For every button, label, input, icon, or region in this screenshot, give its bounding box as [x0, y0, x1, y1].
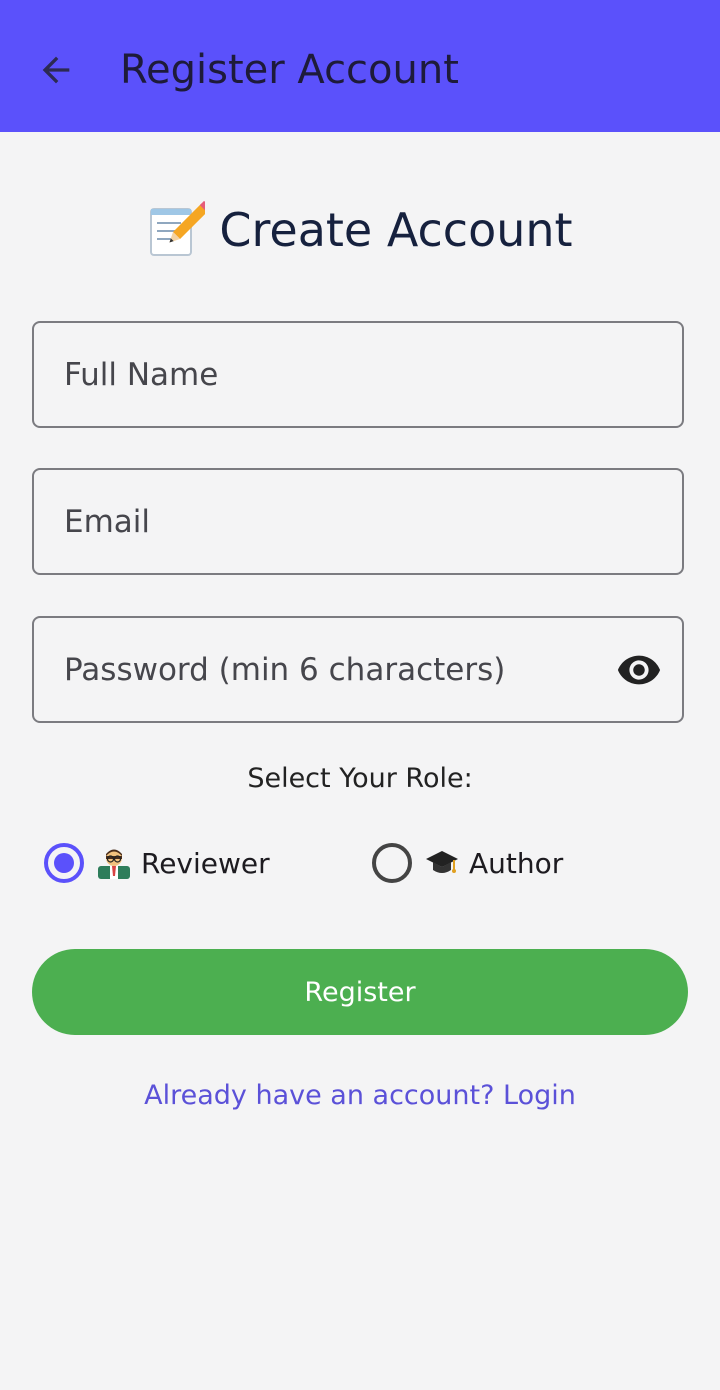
author-label: Author — [469, 846, 564, 880]
author-radio[interactable] — [372, 843, 412, 883]
page-title: Register Account — [120, 47, 459, 93]
register-button[interactable]: Register — [32, 949, 688, 1035]
email-field[interactable] — [32, 468, 684, 575]
reviewer-label: Reviewer — [141, 846, 270, 880]
login-link[interactable]: Already have an account? Login — [0, 1076, 720, 1116]
graduation-cap-icon — [426, 851, 458, 873]
role-option-author[interactable]: Author — [372, 836, 563, 890]
arrow-left-icon — [42, 56, 70, 84]
eye-icon — [617, 655, 661, 685]
password-field[interactable] — [32, 616, 684, 723]
role-option-reviewer[interactable]: Reviewer — [44, 836, 270, 890]
teacher-icon — [98, 849, 130, 879]
memo-pencil-icon — [150, 201, 206, 256]
password-input[interactable] — [64, 618, 624, 721]
create-account-heading: Create Account — [0, 198, 720, 262]
email-input[interactable] — [64, 470, 624, 573]
heading-title: Create Account — [219, 203, 573, 257]
register-button-label: Register — [304, 976, 416, 1008]
full-name-input[interactable] — [64, 323, 624, 426]
role-label: Select Your Role: — [247, 763, 473, 794]
reviewer-radio[interactable] — [44, 843, 84, 883]
full-name-field[interactable] — [32, 321, 684, 428]
toggle-password-visibility-button[interactable] — [614, 648, 664, 692]
back-button[interactable] — [28, 44, 84, 96]
app-bar: Register Account — [0, 0, 720, 132]
